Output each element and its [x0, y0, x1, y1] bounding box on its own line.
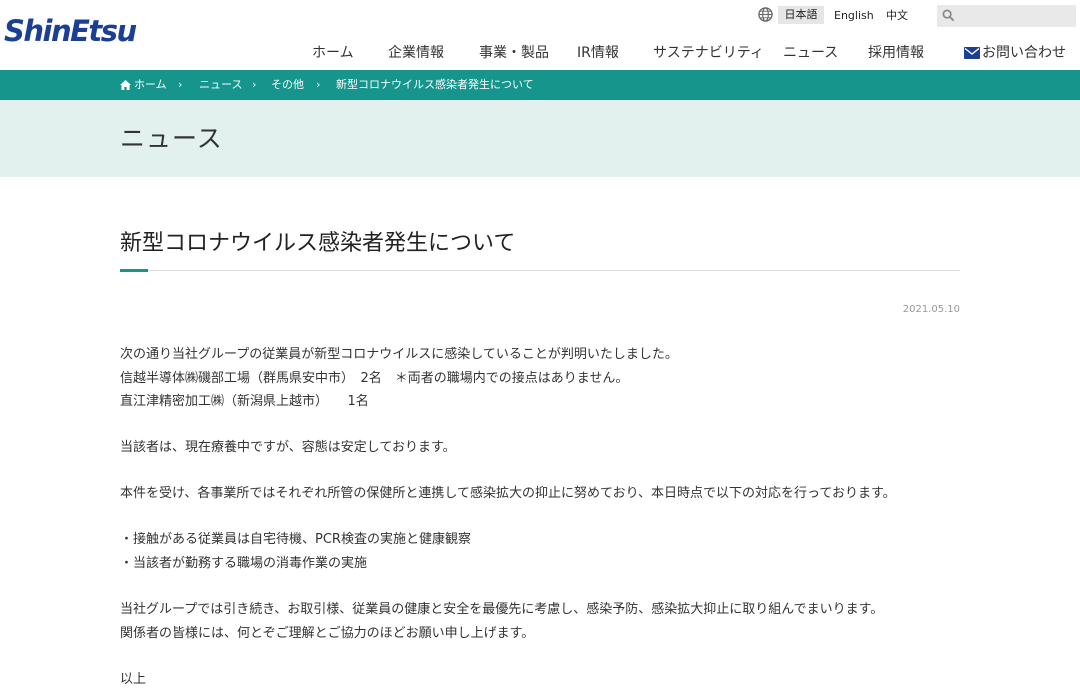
breadcrumb-home[interactable]: ホーム — [134, 70, 167, 100]
nav-item-news[interactable]: ニュース — [783, 43, 838, 63]
article-date: 2021.05.10 — [902, 304, 960, 315]
article-paragraph: 当該者は、現在療養中ですが、容態は安定しております。 — [120, 436, 456, 460]
article-line: ・接触がある従業員は自宅待機、PCR検査の実施と健康観察 — [120, 532, 471, 547]
article-line: 信越半導体㈱磯部工場（群馬県安中市） 2名 ＊両者の職場内での接点はありません。 — [120, 370, 629, 386]
lang-japanese[interactable]: 日本語 — [778, 6, 824, 24]
article-paragraph: 本件を受け、各事業所ではそれぞれ所管の保健所と連携して感染拡大の抑止に努めており… — [120, 482, 896, 506]
article-line: 以上 — [120, 672, 147, 687]
article-paragraph: 以上 — [120, 668, 146, 692]
article-line: 関係者の皆様には、何とぞご理解とご協力のほどお願い申し上げます。 — [120, 625, 535, 641]
search-icon[interactable] — [942, 9, 955, 22]
nav-item-ir[interactable]: IR情報 — [577, 43, 619, 63]
article-line: 次の通り当社グループの従業員が新型コロナウイルスに感染していることが判明いたしま… — [120, 347, 678, 362]
utility-bar: 日本語 English 中文 — [0, 3, 1080, 27]
article-line: 当該者は、現在療養中ですが、容態は安定しております。 — [120, 440, 456, 455]
chevron-right-icon: › — [316, 78, 321, 91]
article-paragraph: 次の通り当社グループの従業員が新型コロナウイルスに感染していることが判明いたしま… — [120, 343, 678, 414]
home-icon — [120, 80, 131, 90]
nav-item-business[interactable]: 事業・製品 — [479, 43, 549, 63]
article-paragraph: 当社グループでは引き続き、お取引様、従業員の健康と安全を最優先に考慮し、感染予防… — [120, 598, 883, 645]
article-line: 本件を受け、各事業所ではそれぞれ所管の保健所と連携して感染拡大の抑止に努めており… — [120, 486, 896, 501]
nav-item-contact[interactable]: お問い合わせ — [982, 43, 1066, 63]
search-input[interactable] — [937, 5, 1076, 27]
article-line: 当社グループでは引き続き、お取引様、従業員の健康と安全を最優先に考慮し、感染予防… — [120, 602, 884, 617]
article-title: 新型コロナウイルス感染者発生について — [120, 231, 516, 256]
breadcrumb: ホーム › ニュース › その他 › 新型コロナウイルス感染者発生について — [0, 70, 1080, 100]
breadcrumb-news[interactable]: ニュース — [199, 70, 242, 100]
main-nav: ホーム 企業情報 事業・製品 IR情報 サステナビリティ ニュース 採用情報 お… — [0, 43, 1080, 65]
lang-chinese[interactable]: 中文 — [886, 7, 908, 25]
title-divider — [120, 270, 960, 271]
page-title: ニュース — [120, 124, 223, 153]
mail-icon — [964, 47, 980, 59]
chevron-right-icon: › — [178, 78, 183, 91]
site-header: ShinEtsu 日本語 English 中文 ホーム 企業情報 事業・製品 I… — [0, 0, 1080, 70]
lang-english[interactable]: English — [834, 7, 874, 25]
chevron-right-icon: › — [252, 78, 257, 91]
nav-item-home[interactable]: ホーム — [312, 43, 354, 63]
page-header-band: ニュース — [0, 100, 1080, 177]
article-paragraph: ・接触がある従業員は自宅待機、PCR検査の実施と健康観察 ・当該者が勤務する職場… — [120, 528, 471, 575]
breadcrumb-current: 新型コロナウイルス感染者発生について — [336, 78, 534, 91]
globe-icon — [758, 7, 773, 22]
nav-item-careers[interactable]: 採用情報 — [868, 43, 924, 63]
breadcrumb-other[interactable]: その他 — [271, 70, 304, 100]
nav-item-sustainability[interactable]: サステナビリティ — [653, 43, 764, 63]
article-line: 直江津精密加工㈱（新潟県上越市） 1名 — [120, 394, 369, 409]
nav-item-company[interactable]: 企業情報 — [388, 43, 444, 63]
title-divider-accent — [120, 269, 148, 272]
article-line: ・当該者が勤務する職場の消毒作業の実施 — [120, 555, 368, 571]
